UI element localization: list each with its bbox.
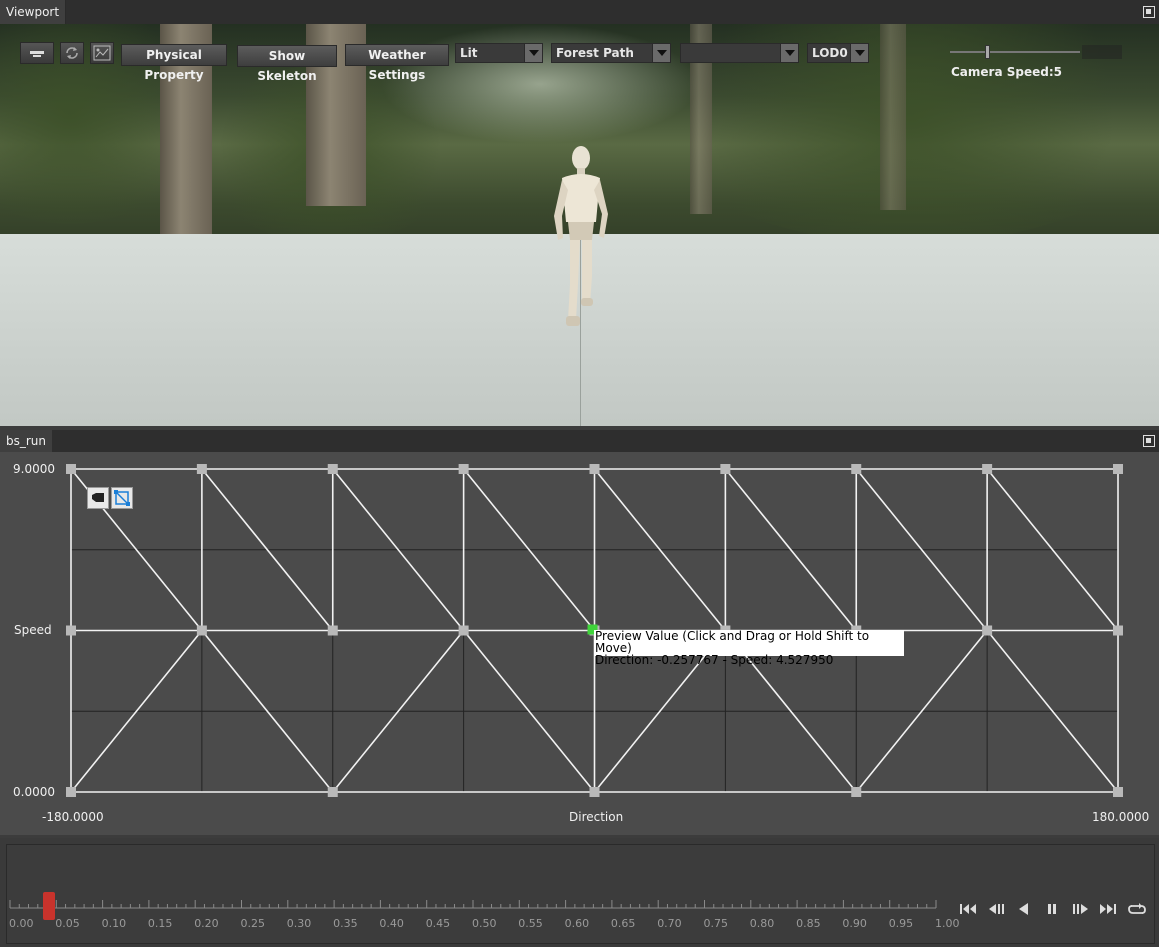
- step-forward-icon: [1073, 904, 1088, 914]
- triangulate-tool-button[interactable]: [111, 487, 133, 509]
- timeline-panel: 0.00 0.05 0.10 0.15 0.20 0.25 0.30 0.35 0.40 0.45…: [0, 838, 1159, 947]
- sample-point[interactable]: [851, 787, 862, 797]
- loop-button[interactable]: [1125, 900, 1147, 918]
- blendspace-grid[interactable]: [0, 0, 1159, 947]
- skip-start-button[interactable]: [957, 900, 979, 918]
- timeline-ruler: [9, 900, 937, 909]
- play-reverse-icon: [1019, 903, 1028, 915]
- timeline-tick-label: 0.60: [564, 917, 590, 930]
- step-forward-button[interactable]: [1069, 900, 1091, 918]
- timeline-tick-label: 0.75: [703, 917, 729, 930]
- sample-point[interactable]: [196, 464, 207, 474]
- preview-value-tooltip: Preview Value (Click and Drag or Hold Sh…: [594, 629, 904, 666]
- timeline-tick-label: 0.95: [888, 917, 914, 930]
- timeline-tick-label: 0.80: [749, 917, 775, 930]
- timeline-tick-label: 0.65: [610, 917, 636, 930]
- sample-point[interactable]: [851, 464, 862, 474]
- timeline-tick-label: 0.85: [796, 917, 821, 930]
- sample-point[interactable]: [196, 625, 207, 636]
- timeline-tick-label: 0.25: [240, 917, 266, 930]
- sample-point[interactable]: [458, 464, 469, 474]
- sample-point[interactable]: [327, 625, 338, 636]
- timeline-tick-label: 1.00: [935, 917, 960, 930]
- sample-point[interactable]: [327, 464, 338, 474]
- sample-point[interactable]: [589, 787, 600, 797]
- play-reverse-button[interactable]: [1013, 900, 1035, 918]
- timeline-playhead[interactable]: [42, 892, 55, 920]
- sample-point[interactable]: [66, 464, 76, 474]
- loop-icon: [1128, 903, 1146, 914]
- timeline-tick-label: 0.30: [286, 917, 312, 930]
- timeline-tick-label: 0.20: [194, 917, 219, 930]
- step-back-button[interactable]: [986, 900, 1008, 918]
- sample-point[interactable]: [66, 787, 76, 797]
- sample-point[interactable]: [458, 625, 469, 636]
- timeline-tick-label: 0.90: [842, 917, 867, 930]
- pause-button[interactable]: [1041, 900, 1063, 918]
- step-back-icon: [989, 904, 1004, 914]
- timeline-tick-label: 0.05: [55, 917, 80, 930]
- blendspace-tools: [87, 487, 135, 509]
- timeline-tick-label: 0.35: [333, 917, 358, 930]
- tooltip-line-1: Preview Value (Click and Drag or Hold Sh…: [595, 629, 870, 655]
- tooltip-line-2: Direction: -0.257767 - Speed: 4.527950: [595, 653, 834, 667]
- tag-icon: [92, 493, 104, 502]
- timeline-tick-label: 0.70: [657, 917, 682, 930]
- skip-end-icon: [1100, 904, 1116, 914]
- timeline-tick-label: 0.15: [147, 917, 173, 930]
- timeline-tick-label: 0.45: [425, 917, 451, 930]
- timeline-tick-label: 0.40: [379, 917, 404, 930]
- sample-point[interactable]: [982, 464, 993, 474]
- skip-end-button[interactable]: [1097, 900, 1119, 918]
- sample-point[interactable]: [66, 625, 76, 636]
- timeline-tick-label: 0.10: [101, 917, 127, 930]
- sample-point[interactable]: [1113, 787, 1123, 797]
- sample-point[interactable]: [1113, 625, 1123, 636]
- sample-point[interactable]: [327, 787, 338, 797]
- sample-point[interactable]: [720, 464, 731, 474]
- timeline-tick-label: 0.55: [518, 917, 543, 930]
- triangulate-icon: [114, 490, 130, 506]
- timeline-tick-label: 0.00: [9, 917, 34, 930]
- tag-tool-button[interactable]: [87, 487, 109, 509]
- sample-point[interactable]: [1113, 464, 1123, 474]
- skip-start-icon: [960, 904, 976, 914]
- pause-icon: [1048, 904, 1056, 914]
- sample-point[interactable]: [589, 464, 600, 474]
- sample-point[interactable]: [982, 625, 993, 636]
- timeline-tick-label: 0.50: [472, 917, 497, 930]
